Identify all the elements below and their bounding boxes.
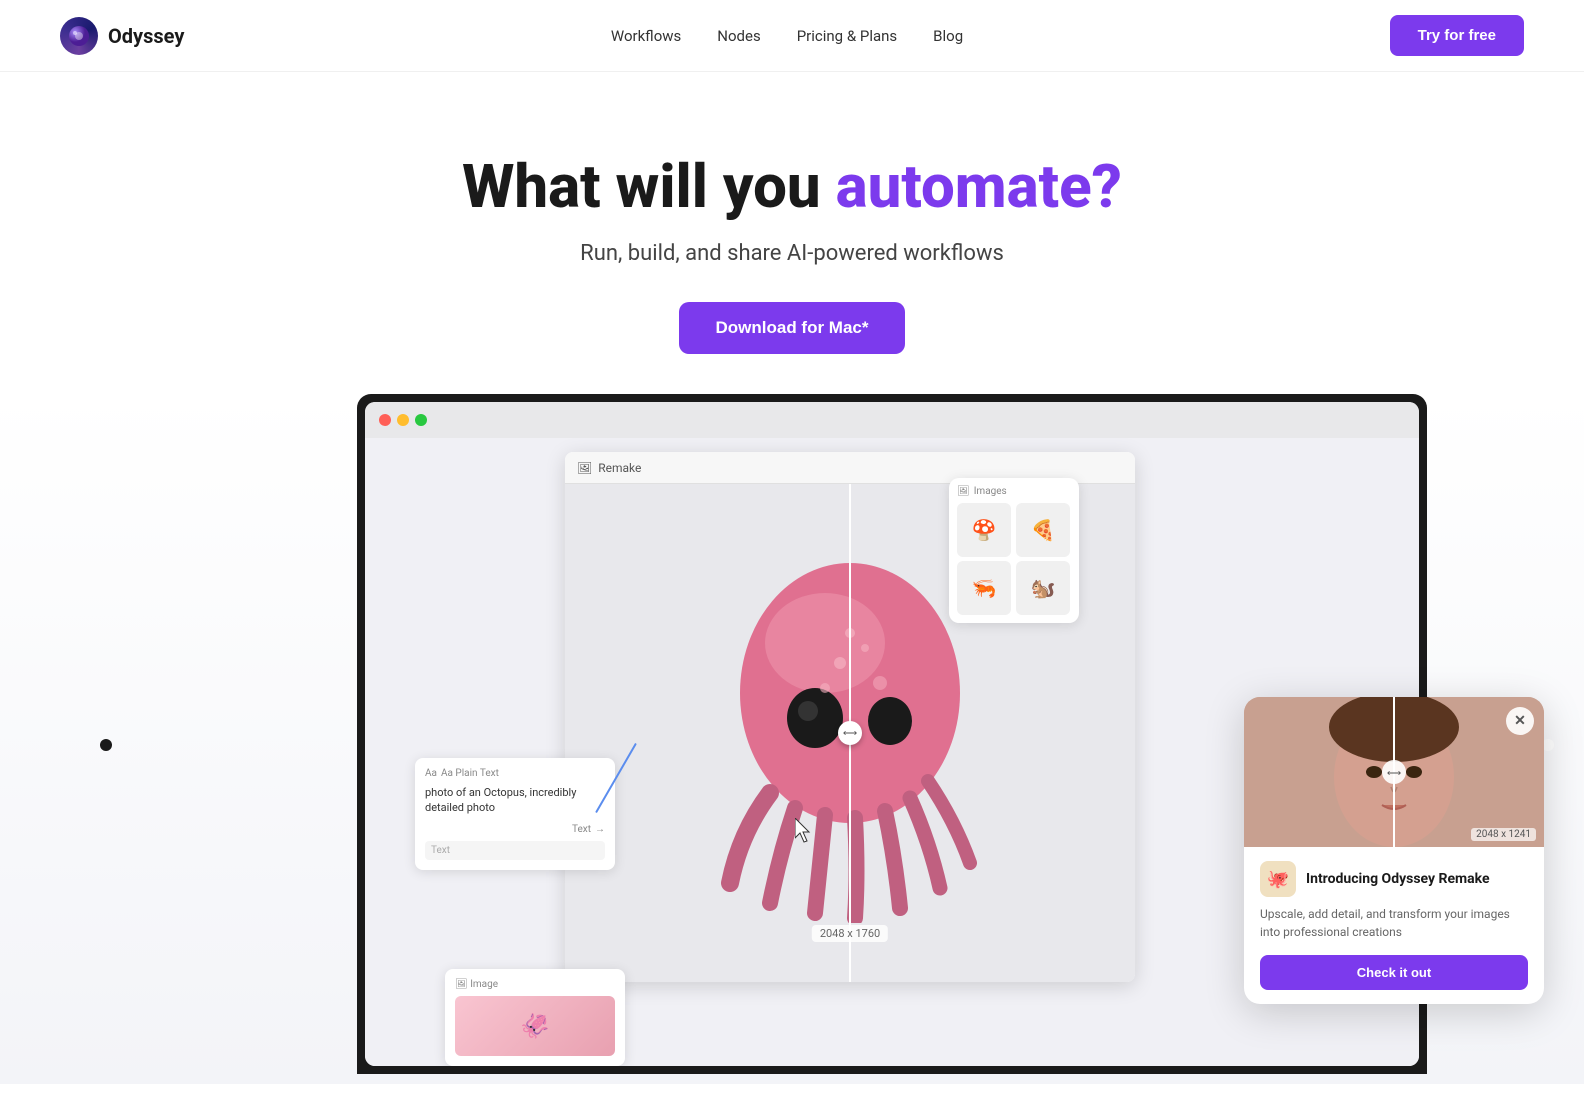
images-panel: 🖼 Images 🍄 🍕 🦐 🐿️ [949,478,1079,623]
window-minimize-dot [397,414,409,426]
text-node-label: Text [572,824,591,835]
window-bar [365,402,1419,438]
popup-header: ⟷ ✕ 2048 x 1241 [1244,697,1544,847]
text-node-input: Text [425,841,605,860]
popup-title-row: 🐙 Introducing Odyssey Remake [1260,861,1528,897]
hero-subtitle: Run, build, and share AI-powered workflo… [0,241,1584,266]
logo[interactable]: Odyssey [60,17,184,55]
popup-body: 🐙 Introducing Odyssey Remake Upscale, ad… [1244,847,1544,1004]
text-node-footer: Text → [425,824,605,835]
remake-title: Remake [598,461,641,475]
images-panel-title: 🖼 Images [957,486,1071,497]
image-node-card: 🖼 Image 🦑 [445,969,625,1066]
image-thumb-1: 🍄 [957,503,1011,557]
text-node-icon: Aa [425,768,437,779]
images-panel-icon: 🖼 [957,486,970,497]
nav-pricing[interactable]: Pricing & Plans [797,27,897,45]
images-panel-label: Images [974,486,1007,497]
image-thumb-2: 🍕 [1016,503,1070,557]
hero-title-part1: What will you [462,151,836,222]
image-thumb-3: 🦐 [957,561,1011,615]
nav-workflows[interactable]: Workflows [611,27,681,45]
download-mac-button[interactable]: Download for Mac* [679,302,904,354]
popup-app-icon: 🐙 [1260,861,1296,897]
logo-text: Odyssey [108,24,184,48]
window-close-dot [379,414,391,426]
content-area: 🖼 Remake [0,394,1584,1084]
popup-portrait: ⟷ [1244,697,1544,847]
hero-title: What will you automate? [0,152,1584,221]
hero-title-highlight: automate? [836,151,1122,222]
navbar-nav: Workflows Nodes Pricing & Plans Blog [611,27,963,45]
popup-close-button[interactable]: ✕ [1506,707,1534,735]
image-dimension-label: 2048 x 1760 [812,925,888,942]
window-maximize-dot [415,414,427,426]
nav-nodes[interactable]: Nodes [717,27,760,45]
image-node-header: 🖼 Image [455,979,615,990]
logo-icon [60,17,98,55]
image-node-title: Image [470,979,498,990]
monitor-wrap: 🖼 Remake [242,394,1342,1084]
nav-blog[interactable]: Blog [933,27,963,45]
text-node-header: Aa Aa Plain Text [425,768,605,779]
popup-card: ⟷ ✕ 2048 x 1241 🐙 Introducing Odyssey Re… [1244,697,1544,1004]
side-dot-left [100,739,112,751]
text-node-content: photo of an Octopus, incredibly detailed… [425,785,605,816]
image-thumb-4: 🐿️ [1016,561,1070,615]
svg-text:⟷: ⟷ [1387,768,1401,779]
popup-title: Introducing Odyssey Remake [1306,871,1490,887]
popup-dim-label: 2048 x 1241 [1471,828,1536,841]
image-node-icon: 🖼 [455,979,468,990]
images-grid: 🍄 🍕 🦐 🐿️ [957,503,1071,615]
text-node-card: Aa Aa Plain Text photo of an Octopus, in… [415,758,615,870]
text-node-title: Aa Plain Text [441,768,499,779]
image-node-preview: 🦑 [455,996,615,1056]
remake-icon: 🖼 [577,461,592,475]
popup-check-button[interactable]: Check it out [1260,955,1528,990]
navbar: Odyssey Workflows Nodes Pricing & Plans … [0,0,1584,72]
hero-section: What will you automate? Run, build, and … [0,72,1584,394]
image-slider-handle[interactable]: ⟷ [838,721,862,745]
try-for-free-button[interactable]: Try for free [1390,15,1524,56]
popup-description: Upscale, add detail, and transform your … [1260,905,1528,941]
text-node-arrow: → [595,824,605,835]
